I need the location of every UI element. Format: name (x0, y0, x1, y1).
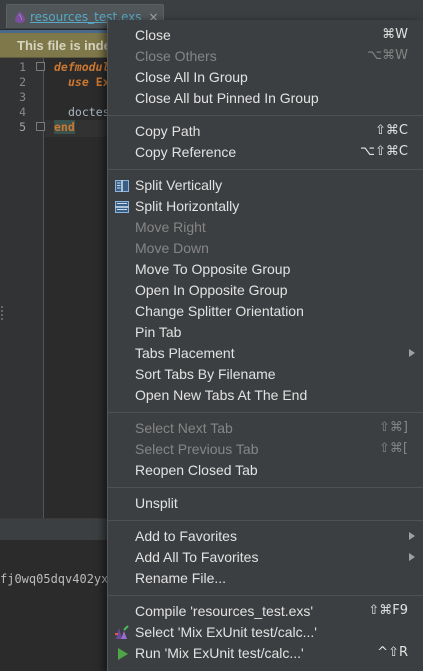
line-number: 5 (19, 120, 26, 134)
console-output: fj0wq05dqv402yx0 (0, 572, 116, 586)
split-vertically-icon (115, 180, 129, 192)
menu-separator (108, 412, 423, 413)
line-number: 2 (19, 75, 26, 89)
line-number: 4 (19, 105, 26, 119)
menu-item-select-next-tab[interactable]: Select Next Tab ⇧⌘] (108, 418, 423, 439)
submenu-arrow-icon (409, 349, 415, 357)
mix-exunit-icon (115, 625, 129, 639)
keyword: use (68, 75, 89, 89)
tab-context-menu: Close ⌘W Close Others ⌥⌘W Close All In G… (107, 20, 423, 671)
keyword: end (54, 120, 75, 134)
menu-separator (108, 115, 423, 116)
menu-item-move-right[interactable]: Move Right (108, 217, 423, 238)
menu-separator (108, 595, 423, 596)
menu-separator (108, 487, 423, 488)
shortcut: ⇧⌘] (379, 420, 408, 435)
menu-item-open-new-tabs-at-end[interactable]: Open New Tabs At The End (108, 385, 423, 406)
code-line-4: doctes (68, 105, 110, 119)
fold-marker-icon[interactable] (36, 122, 45, 131)
menu-item-close[interactable]: Close ⌘W (108, 25, 423, 46)
menu-item-select-mix-exunit[interactable]: Select 'Mix ExUnit test/calc...' (108, 622, 423, 643)
menu-item-rename-file[interactable]: Rename File... (108, 568, 423, 589)
line-number: 3 (19, 90, 26, 104)
shortcut: ⇧⌘C (375, 123, 408, 138)
menu-item-unsplit[interactable]: Unsplit (108, 493, 423, 514)
code-line-2: use Ex (68, 75, 110, 89)
menu-item-copy-path[interactable]: Copy Path ⇧⌘C (108, 121, 423, 142)
shortcut: ⌥⌘W (367, 48, 408, 63)
menu-separator (108, 169, 423, 170)
fold-marker-icon[interactable] (36, 62, 45, 71)
menu-item-open-in-opposite-group[interactable]: Open In Opposite Group (108, 280, 423, 301)
menu-item-add-to-favorites[interactable]: Add to Favorites (108, 526, 423, 547)
menu-separator (108, 520, 423, 521)
menu-item-run-mix-exunit[interactable]: Run 'Mix ExUnit test/calc...' ^⇧R (108, 643, 423, 664)
submenu-arrow-icon (409, 553, 415, 561)
drag-handle-icon[interactable] (0, 303, 5, 323)
split-horizontally-icon (115, 201, 129, 213)
menu-item-pin-tab[interactable]: Pin Tab (108, 322, 423, 343)
menu-item-split-vertically[interactable]: Split Vertically (108, 175, 423, 196)
menu-item-add-all-to-favorites[interactable]: Add All To Favorites (108, 547, 423, 568)
menu-item-reopen-closed-tab[interactable]: Reopen Closed Tab (108, 460, 423, 481)
shortcut: ^⇧R (377, 645, 408, 660)
submenu-arrow-icon (409, 532, 415, 540)
shortcut: ⇧⌘F9 (368, 603, 408, 618)
line-gutter: 1 2 3 4 5 (0, 58, 45, 518)
menu-item-split-horizontally[interactable]: Split Horizontally (108, 196, 423, 217)
menu-item-select-previous-tab[interactable]: Select Previous Tab ⇧⌘[ (108, 439, 423, 460)
menu-item-close-all-but-pinned[interactable]: Close All but Pinned In Group (108, 88, 423, 109)
elixir-drop-icon (15, 10, 25, 23)
menu-item-move-to-opposite-group[interactable]: Move To Opposite Group (108, 259, 423, 280)
menu-item-sort-tabs-by-filename[interactable]: Sort Tabs By Filename (108, 364, 423, 385)
shortcut: ⌥⇧⌘C (360, 144, 408, 159)
menu-item-compile[interactable]: Compile 'resources_test.exs' ⇧⌘F9 (108, 601, 423, 622)
run-icon (118, 648, 128, 660)
menu-item-move-down[interactable]: Move Down (108, 238, 423, 259)
code-line-5: end (54, 120, 75, 134)
shortcut: ⇧⌘[ (379, 441, 408, 456)
menu-item-copy-reference[interactable]: Copy Reference ⌥⇧⌘C (108, 142, 423, 163)
shortcut: ⌘W (382, 27, 408, 42)
menu-item-change-splitter-orientation[interactable]: Change Splitter Orientation (108, 301, 423, 322)
menu-item-tabs-placement[interactable]: Tabs Placement (108, 343, 423, 364)
line-number: 1 (19, 60, 26, 74)
menu-item-close-all-in-group[interactable]: Close All In Group (108, 67, 423, 88)
menu-item-close-others[interactable]: Close Others ⌥⌘W (108, 46, 423, 67)
